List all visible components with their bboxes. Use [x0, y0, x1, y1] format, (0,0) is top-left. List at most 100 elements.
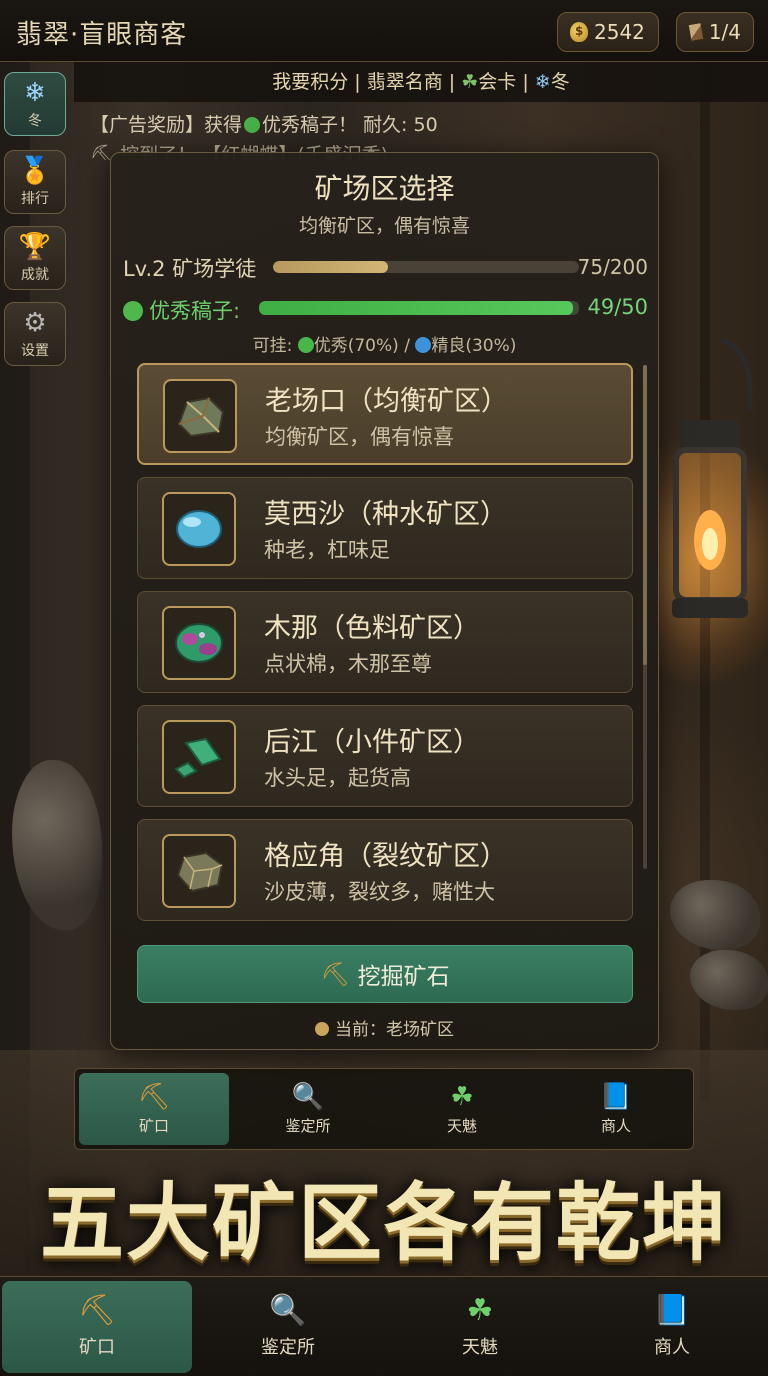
- blue-jade-icon: [176, 510, 222, 548]
- pickaxe-icon: ⛏: [137, 1081, 171, 1112]
- current-zone-text: 当前：老场矿区: [335, 1020, 454, 1040]
- zone-name: 老场口（均衡矿区）: [265, 386, 508, 417]
- leaf-icon: ☘: [466, 1293, 494, 1328]
- level-progress-bar: [273, 261, 579, 273]
- snowflake-icon: ❄: [534, 71, 551, 93]
- tab-appraisal[interactable]: 🔍 鉴定所: [192, 1281, 384, 1373]
- pickaxe-icon: ⛏: [320, 961, 350, 988]
- zone-desc: 水头足，起货高: [264, 766, 411, 790]
- tab-label: 鉴定所: [261, 1337, 315, 1358]
- bottom-tab-bar: ⛏ 矿口 🔍 鉴定所 ☘ 天魅 📘 商人: [0, 1276, 768, 1376]
- zone-name: 木那（色料矿区）: [264, 613, 480, 644]
- list-scroll-thumb[interactable]: [643, 365, 647, 665]
- tool-label: 优秀稿子:: [123, 295, 240, 325]
- money-bag-icon: [570, 22, 588, 42]
- side-button-label: 设置: [21, 343, 49, 359]
- zone-thumb: [162, 834, 236, 908]
- green-dot-icon: [123, 301, 143, 321]
- tab-label: 天魅: [446, 1116, 477, 1135]
- durability-value: 49/50: [587, 295, 648, 319]
- zone-desc: 沙皮薄，裂纹多，赌性大: [264, 880, 495, 904]
- dialog-title: 矿场区选择: [314, 172, 455, 205]
- lantern-icon: [672, 337, 753, 618]
- inner-tab-appraisal[interactable]: 🔍 鉴定所: [233, 1073, 383, 1145]
- zone-thumb: [162, 492, 236, 566]
- tab-label: 鉴定所: [285, 1116, 331, 1135]
- top-bar: 翡翠·盲眼商客 2542 1/4: [0, 0, 768, 62]
- leaf-icon: ☘: [450, 1081, 474, 1112]
- mine-zone-dialog: 矿场区选择 均衡矿区，偶有惊喜 Lv.2 矿场学徒 75/200 优秀稿子: 4…: [110, 152, 659, 1050]
- gear-icon: ⚙: [23, 308, 47, 338]
- app-title: 翡翠·盲眼商客: [16, 20, 188, 50]
- coin-counter[interactable]: 2542: [557, 12, 659, 52]
- zone-item-houjiang[interactable]: 后江（小件矿区） 水头足，起货高: [137, 705, 633, 807]
- zone-thumb: [162, 606, 236, 680]
- cracked-stone-icon: [176, 851, 224, 893]
- dialog-subtitle: 均衡矿区，偶有惊喜: [298, 215, 470, 237]
- tool-label-text: 优秀稿子:: [149, 299, 241, 323]
- dig-button[interactable]: ⛏ 挖掘矿石: [137, 945, 633, 1003]
- zone-name: 格应角（裂纹矿区）: [264, 841, 507, 872]
- zone-item-laochangkou[interactable]: 老场口（均衡矿区） 均衡矿区，偶有惊喜: [137, 363, 633, 465]
- info-text-2: 会卡: [478, 71, 517, 93]
- info-text-1: 我要积分 | 翡翠名商 |: [272, 71, 462, 93]
- side-button-label: 排行: [21, 191, 49, 207]
- tab-mine[interactable]: ⛏ 矿口: [2, 1281, 192, 1373]
- promo-banner: 五大矿区各有乾坤: [39, 1173, 728, 1272]
- blue-dot-icon: [415, 337, 432, 353]
- rough-stone-icon: [177, 396, 225, 438]
- green-dot-icon: [297, 337, 314, 353]
- season-button[interactable]: ❄ 冬: [4, 72, 66, 136]
- carry-info: 可挂: 优秀(70%) / 精良(30%): [111, 331, 658, 356]
- durability-bar: [259, 301, 579, 315]
- side-button-label: 成就: [21, 267, 49, 283]
- box-icon: [687, 21, 705, 43]
- tab-label: 商人: [654, 1337, 690, 1358]
- tab-label: 商人: [600, 1116, 631, 1135]
- achievement-button[interactable]: 🏆 成就: [4, 226, 66, 290]
- zone-list[interactable]: 老场口（均衡矿区） 均衡矿区，偶有惊喜 莫西沙（种水矿区） 种老，杠味足 木那（…: [137, 363, 633, 927]
- tab-label: 矿口: [138, 1116, 169, 1135]
- zone-item-geyingjiao[interactable]: 格应角（裂纹矿区） 沙皮薄，裂纹多，赌性大: [137, 819, 633, 921]
- small-jade-icon: [174, 737, 222, 779]
- magnifier-icon: 🔍: [291, 1081, 325, 1112]
- tab-label: 矿口: [79, 1337, 115, 1358]
- level-value: 75/200: [577, 255, 648, 279]
- gold-dot-icon: [315, 1022, 329, 1036]
- settings-button[interactable]: ⚙ 设置: [4, 302, 66, 366]
- carry-text: 可挂:: [252, 336, 298, 356]
- info-strip: 我要积分 | 翡翠名商 | ☘会卡 | ❄冬: [74, 62, 768, 102]
- durability-fill: [259, 301, 573, 315]
- snowflake-icon: ❄: [24, 78, 46, 108]
- zone-name: 后江（小件矿区）: [264, 727, 480, 758]
- zone-thumb: [163, 379, 237, 453]
- box-value: 1/4: [708, 20, 741, 44]
- ticker-text: 优秀稿子！ 耐久: 50: [262, 114, 438, 136]
- zone-item-moxisha[interactable]: 莫西沙（种水矿区） 种老，杠味足: [137, 477, 633, 579]
- zone-thumb: [162, 720, 236, 794]
- info-text-3: |: [516, 71, 535, 93]
- inner-tab-tianmei[interactable]: ☘ 天魅: [387, 1073, 537, 1145]
- zone-name: 莫西沙（种水矿区）: [264, 499, 507, 530]
- current-zone: 当前：老场矿区: [111, 1015, 658, 1040]
- level-progress-fill: [273, 261, 388, 273]
- green-dot-icon: [244, 117, 261, 133]
- notebook-icon: 📘: [653, 1293, 691, 1328]
- info-text-4: 冬: [550, 71, 570, 93]
- tab-merchant[interactable]: 📘 商人: [576, 1281, 768, 1373]
- tab-label: 天魅: [462, 1337, 498, 1358]
- inner-tab-mine[interactable]: ⛏ 矿口: [79, 1073, 229, 1145]
- box-counter[interactable]: 1/4: [676, 12, 754, 52]
- zone-item-muna[interactable]: 木那（色料矿区） 点状棉，木那至尊: [137, 591, 633, 693]
- carry-text: 精良(30%): [431, 336, 517, 356]
- inner-tab-merchant[interactable]: 📘 商人: [541, 1073, 691, 1145]
- inner-tab-bar: ⛏ 矿口 🔍 鉴定所 ☘ 天魅 📘 商人: [74, 1068, 694, 1150]
- leaf-icon: ☘: [461, 71, 479, 93]
- coin-value: 2542: [594, 20, 645, 44]
- ranking-button[interactable]: 🏅 排行: [4, 150, 66, 214]
- tab-tianmei[interactable]: ☘ 天魅: [384, 1281, 576, 1373]
- level-label: Lv.2 矿场学徒: [123, 257, 257, 281]
- medal-icon: 🏅: [18, 156, 52, 186]
- trophy-icon: 🏆: [18, 232, 52, 262]
- zone-desc: 种老，杠味足: [264, 538, 390, 562]
